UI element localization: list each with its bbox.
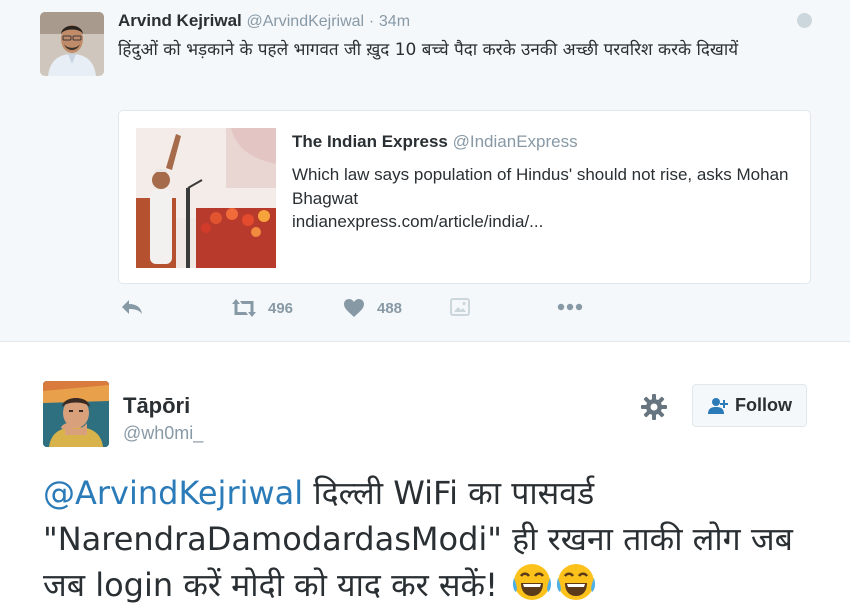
reply-icon <box>122 300 142 314</box>
joy-emoji <box>557 564 596 600</box>
link-card[interactable]: The Indian Express @IndianExpress Which … <box>118 110 811 284</box>
media-icon <box>450 298 470 316</box>
card-thumbnail <box>136 128 276 268</box>
card-source-handle: @IndianExpress <box>452 132 578 151</box>
reply-button[interactable] <box>120 298 144 316</box>
author-name[interactable]: Arvind Kejriwal <box>118 11 242 30</box>
settings-button[interactable] <box>640 393 668 421</box>
tweet-actions: 496 488 <box>120 298 720 326</box>
card-description: Which law says population of Hindus' sho… <box>292 165 789 208</box>
joy-emoji <box>513 564 552 600</box>
follow-button[interactable]: Follow <box>692 384 807 427</box>
timestamp[interactable]: 34m <box>379 13 410 30</box>
mention-link[interactable]: @ArvindKejriwal <box>43 474 303 512</box>
card-source: The Indian Express @IndianExpress <box>292 132 578 152</box>
tweet-text: हिंदुओं को भड़काने के पहले भागवत जी ख़ुद… <box>118 40 739 60</box>
retweet-icon <box>232 299 256 317</box>
follow-label: Follow <box>735 395 792 415</box>
author-name[interactable]: Tāpōri <box>123 393 190 419</box>
media-button[interactable] <box>450 298 470 316</box>
like-button[interactable]: 488 <box>343 298 402 318</box>
embedded-tweet-top: Arvind Kejriwal @ArvindKejriwal · 34m हि… <box>0 0 850 342</box>
separator: · <box>368 13 375 30</box>
card-source-name: The Indian Express <box>292 132 448 151</box>
retweet-count: 496 <box>268 299 294 317</box>
author-handle[interactable]: @wh0mi_ <box>123 423 203 444</box>
globe-icon[interactable] <box>797 13 812 28</box>
avatar[interactable] <box>40 12 104 76</box>
tweet-text: @ArvindKejriwal दिल्ली WiFi का पासवर्ड "… <box>43 470 833 608</box>
retweet-button[interactable]: 496 <box>230 298 293 318</box>
more-button[interactable] <box>556 302 584 312</box>
gear-icon <box>641 394 667 420</box>
more-icon <box>557 303 583 311</box>
card-url: indianexpress.com/article/india/... <box>292 212 544 231</box>
avatar[interactable] <box>43 381 109 447</box>
author-handle[interactable]: @ArvindKejriwal <box>247 13 365 30</box>
add-user-icon <box>708 397 728 414</box>
heart-icon <box>344 299 364 317</box>
tweet-header: Arvind Kejriwal @ArvindKejriwal · 34m <box>118 11 410 31</box>
like-count: 488 <box>377 299 403 317</box>
